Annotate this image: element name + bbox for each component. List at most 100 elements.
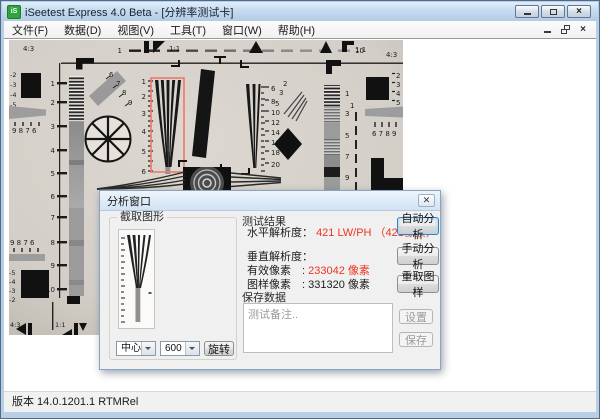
right-ruler-number: 20 [271, 161, 280, 169]
dash-scale-end: 10 [355, 47, 364, 55]
stripe-number: 7 [345, 153, 349, 161]
mdi-minimize-icon [544, 31, 551, 33]
diagonal-number: 7 [116, 80, 120, 88]
mdi-restore-icon [561, 25, 570, 34]
manual-analyze-button[interactable]: 手动分析 [397, 247, 439, 265]
menu-view[interactable]: 视图(V) [109, 21, 162, 39]
wedge-scale-number: 6 [142, 168, 147, 176]
edge-number: -3 [9, 287, 15, 295]
capture-group-label: 截取图形 [117, 211, 167, 224]
left-ruler-number: 9 [51, 262, 55, 270]
left-ruler-number: 7 [51, 214, 55, 222]
dash-scale-start: 1 [118, 47, 122, 55]
edge-number: -3 [10, 81, 16, 89]
wedge-scale-number: 5 [142, 148, 146, 156]
edge-number-row: 9 8 7 6 [12, 127, 37, 135]
resolution-select[interactable]: 600 [160, 341, 200, 356]
statusbar: 版本 14.0.1201.1 RTMRel [4, 391, 596, 412]
diagonal-number: 3 [279, 89, 283, 97]
spoke-circle [86, 117, 131, 162]
stripe-number: 3 [345, 110, 349, 118]
wedge-scale-number: 2 [142, 93, 146, 101]
save-button[interactable]: 保存 [399, 332, 433, 347]
horizontal-resolution-label: 水平解析度： [247, 227, 313, 239]
mdi-close-icon: × [580, 25, 586, 35]
menubar: 文件(F) 数据(D) 视图(V) 工具(T) 窗口(W) 帮助(H) × [4, 21, 596, 38]
edge-number: 5 [396, 99, 400, 107]
diagonal-number: 9 [128, 99, 132, 107]
pattern-pixels-value: 331320 像素 [308, 279, 370, 291]
menu-data[interactable]: 数据(D) [56, 21, 109, 39]
mdi-close-button[interactable]: × [576, 24, 590, 36]
note-placeholder: 测试备注.. [248, 309, 298, 321]
edge-number-row: 6 7 8 9 [372, 130, 397, 138]
menu-help[interactable]: 帮助(H) [270, 21, 323, 39]
captured-wedge-image [118, 229, 155, 329]
rotate-button[interactable]: 旋转 [204, 341, 234, 356]
edge-number: -5 [9, 269, 15, 277]
mdi-minimize-button[interactable] [540, 24, 554, 36]
diagonal-number: 5 [275, 100, 279, 108]
chevron-down-icon [185, 342, 199, 355]
edge-number: -2 [10, 71, 16, 79]
maximize-icon [550, 9, 557, 15]
menu-window[interactable]: 窗口(W) [214, 21, 270, 39]
app-window: iS iSeetest Express 4.0 Beta - [分辨率测试卡] … [0, 0, 600, 419]
resolution-select-value: 600 [165, 343, 182, 354]
recapture-button[interactable]: 重取图样 [397, 275, 439, 293]
screen: iS iSeetest Express 4.0 Beta - [分辨率测试卡] … [0, 0, 600, 419]
left-ruler-number: 1 [51, 80, 55, 88]
menu-tools[interactable]: 工具(T) [162, 21, 214, 39]
analysis-dialog: 分析窗口 ✕ 截取图形 [99, 190, 441, 370]
stripe-number: 5 [345, 132, 349, 140]
edge-number: 3 [396, 81, 400, 89]
mdi-child-controls: × [540, 23, 590, 36]
position-select-value: 中心 [121, 343, 141, 354]
left-ruler-number: 4 [51, 147, 56, 155]
capture-group: 截取图形 中心 [109, 217, 237, 360]
aspect-label: 4:3 [23, 45, 34, 53]
dialog-titlebar[interactable]: 分析窗口 ✕ [100, 191, 440, 211]
close-icon: × [576, 7, 582, 17]
diagonal-number: 6 [109, 71, 114, 79]
edge-number: 2 [396, 72, 400, 80]
minimize-button[interactable] [515, 5, 539, 18]
left-ruler-number: 6 [51, 193, 56, 201]
captured-wedge-graphic [119, 230, 154, 328]
position-select[interactable]: 中心 [116, 341, 156, 356]
window-title: iSeetest Express 4.0 Beta - [分辨率测试卡] [25, 4, 233, 20]
wedge-scale-number: 4 [142, 128, 147, 136]
settings-button[interactable]: 设置 [399, 309, 433, 324]
edge-number: 4 [396, 90, 401, 98]
minimize-icon [524, 13, 531, 15]
stripe-number: 9 [345, 174, 349, 182]
right-ruler-number: 10 [271, 109, 280, 117]
left-ruler-number: 5 [51, 170, 55, 178]
note-textarea[interactable]: 测试备注.. [243, 303, 393, 353]
maximize-button[interactable] [541, 5, 565, 18]
edge-number-row: 9 8 7 6 [10, 239, 35, 247]
left-ruler-number: 3 [51, 123, 55, 131]
window-controls: × [515, 5, 591, 18]
right-ruler-number: 18 [271, 149, 280, 157]
scale-one-label: 1 [350, 102, 354, 110]
chevron-down-icon [141, 342, 155, 355]
mdi-restore-button[interactable] [558, 24, 572, 36]
diagonal-number: 2 [283, 80, 287, 88]
wedge-scale-number: 3 [142, 110, 146, 118]
left-ruler-number: 2 [51, 99, 55, 107]
dialog-close-button[interactable]: ✕ [418, 194, 435, 207]
mdi-client-area: 4:3 1:1 1:1 4:3 1 [4, 38, 596, 391]
app-icon: iS [7, 5, 21, 19]
edge-number: -4 [10, 91, 16, 99]
diagonal-number: 8 [122, 89, 126, 97]
version-text: 版本 14.0.1201.1 RTMRel [12, 396, 138, 408]
titlebar: iS iSeetest Express 4.0 Beta - [分辨率测试卡] … [2, 2, 598, 21]
dialog-title: 分析窗口 [100, 193, 151, 209]
close-button[interactable]: × [567, 5, 591, 18]
edge-number: -4 [9, 278, 15, 286]
menu-file[interactable]: 文件(F) [4, 21, 56, 39]
auto-analyze-button[interactable]: 自动分析 [397, 217, 439, 235]
aspect-label: 1:1 [55, 321, 65, 329]
aspect-label: 4:3 [386, 51, 397, 59]
